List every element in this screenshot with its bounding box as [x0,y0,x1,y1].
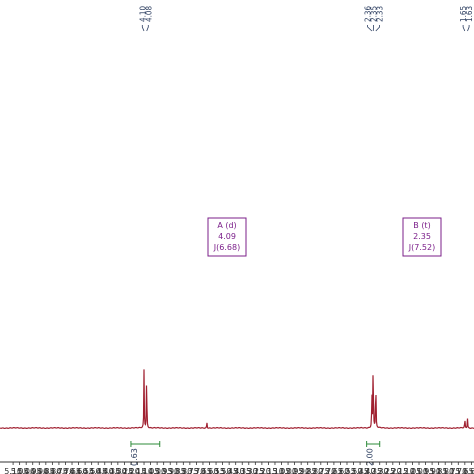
multiplet-box-layer: A (d) 4.09 J(6.68) B (t) 2.35 J(7.52) [207,217,442,257]
spectrum-layer [0,369,474,430]
peak-shift-label: 4.08 [144,6,153,22]
spectrum-line [0,369,474,430]
peak-leader-line [141,25,145,32]
peak-leader-line [467,25,470,32]
multiplet-text: J(6.68) [213,243,240,252]
peak-shift-label: 1.63 [465,6,474,22]
peak-leader-line [375,25,380,32]
multiplet-text: A (d) [217,221,236,230]
peak-shift-label: 2.33 [376,6,385,22]
multiplet-text: 4.09 [218,232,236,241]
nmr-spectrum-plot: 4.104.08 2.362.352.33 1.651.63 A (d) 4.09 J(… [0,6,474,474]
x-axis: 5.105.055.004.954.904.854.804.754.704.65… [0,461,474,474]
peak-leader-line [462,25,466,32]
x-tick-label: 1.60 [462,467,474,474]
multiplet-text: 2.35 [413,232,431,241]
peak-leader-line [146,25,149,32]
multiplet-text: B (t) [413,221,430,230]
peak-label-layer: 4.104.08 2.362.352.33 1.651.63 [138,6,474,32]
multiplet-text: J(7.52) [408,243,435,252]
peak-leader-line [367,25,373,32]
